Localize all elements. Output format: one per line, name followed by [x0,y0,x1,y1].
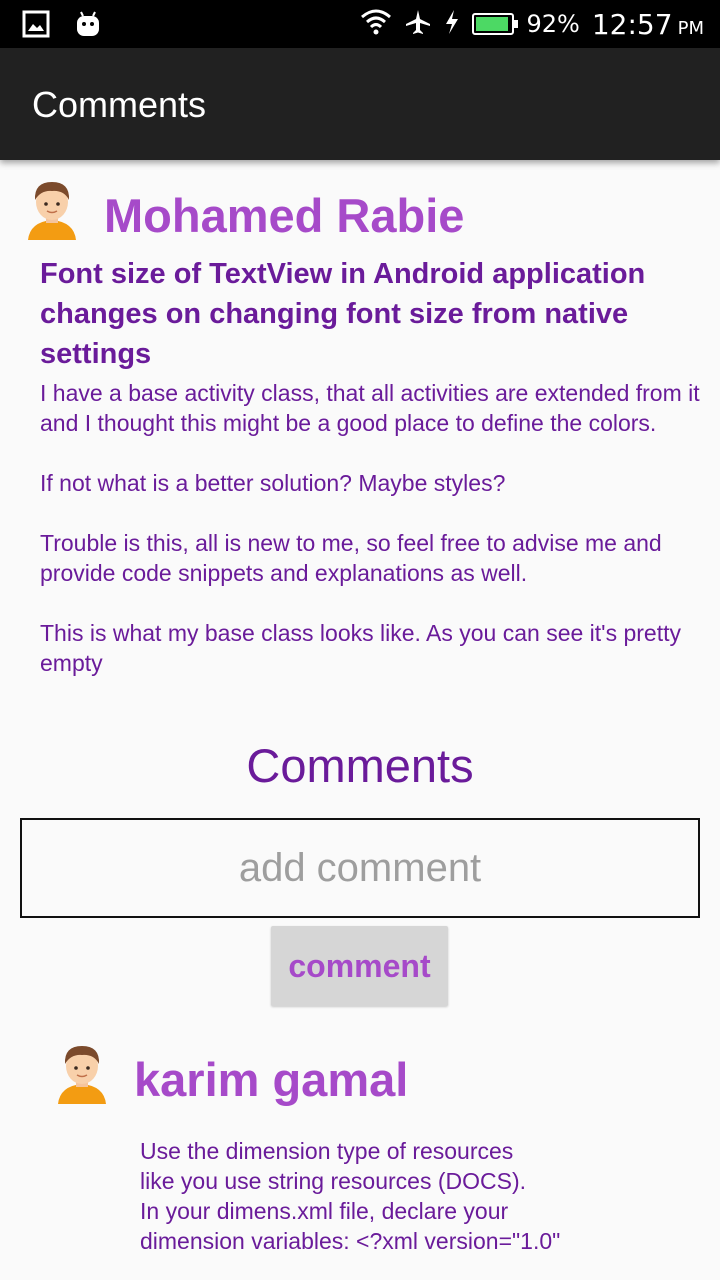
airplane-icon [404,8,432,40]
android-icon [74,10,102,42]
post-body: I have a base activity class, that all a… [40,380,700,676]
battery-percent: 92% [526,10,580,38]
comment-text: Use the dimension type of resources like… [140,1138,561,1254]
post-title: Font size of TextView in Android applica… [40,258,646,370]
content[interactable]: Mohamed Rabie Font size of TextView in A… [0,160,720,1280]
status-bar: 92% 12:57 PM [0,0,720,48]
comments-section-title: Comments [246,739,474,792]
wifi-icon [360,9,392,39]
clock: 12:57 PM [592,8,704,41]
page-title: Comments [32,84,207,125]
gallery-icon [22,10,50,42]
comment-author-name[interactable]: karim gamal [134,1052,408,1107]
post-author-avatar-icon[interactable] [24,178,80,240]
battery-icon [472,13,519,35]
time: 12:57 [591,7,673,41]
comment-button[interactable]: comment [271,926,448,1006]
add-comment-input[interactable] [20,818,700,918]
post-author-name[interactable]: Mohamed Rabie [104,188,464,243]
app-bar: Comments [0,48,720,160]
battery-level [476,17,508,31]
comment-author-avatar-icon[interactable] [54,1042,110,1104]
charging-icon [444,9,460,39]
ampm: PM [677,17,704,39]
